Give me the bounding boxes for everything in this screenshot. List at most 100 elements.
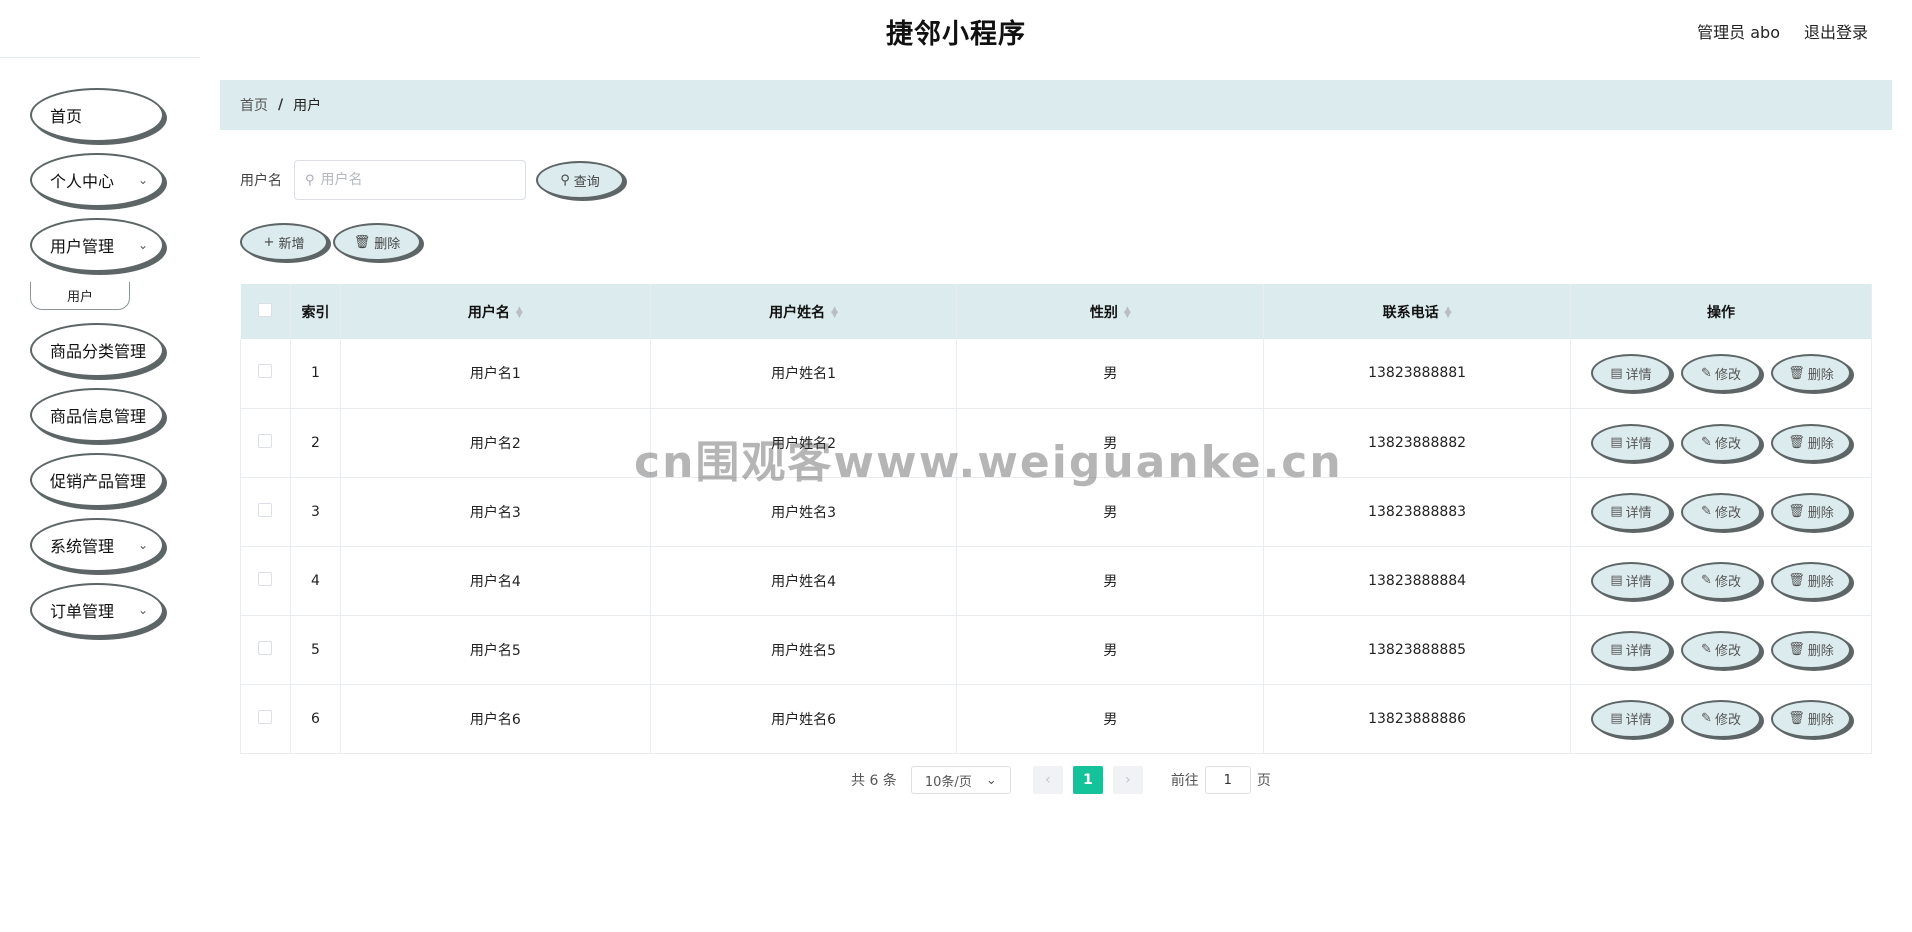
sidebar-divider (0, 57, 200, 58)
detail-button[interactable]: ▤ 详情 (1591, 630, 1671, 669)
cell-username: 用户名3 (340, 477, 651, 547)
cell-realname: 用户姓名1 (650, 339, 958, 409)
next-page-button[interactable]: › (1112, 766, 1143, 794)
pencil-icon: ✎ (1701, 573, 1712, 588)
trash-icon: 🗑 (1788, 573, 1805, 588)
cell-gender: 男 (956, 615, 1265, 685)
sort-icon[interactable]: ▲ ▼ (1445, 305, 1452, 319)
row-checkbox[interactable] (258, 640, 273, 655)
edit-button[interactable]: ✎ 修改 (1681, 354, 1761, 393)
logout-button[interactable]: 退出登录 (1804, 19, 1868, 43)
delete-button[interactable]: 🗑 删除 (1771, 699, 1851, 738)
sidebar-item-user-management[interactable]: 用户管理 ⌄ (30, 218, 164, 272)
row-checkbox[interactable] (258, 502, 273, 517)
detail-button[interactable]: ▤ 详情 (1591, 492, 1671, 531)
edit-button[interactable]: ✎ 修改 (1681, 561, 1761, 600)
select-all-checkbox[interactable] (258, 302, 273, 317)
sidebar-item-product-management[interactable]: 商品信息管理 (30, 388, 164, 442)
cell-realname: 用户姓名6 (650, 684, 958, 754)
batch-delete-button[interactable]: 🗑 删除 (333, 223, 421, 261)
search-icon: ⚲ (560, 172, 570, 188)
batch-delete-button-label: 删除 (374, 236, 401, 252)
cell-index: 1 (290, 339, 341, 409)
cell-index: 4 (290, 546, 341, 616)
delete-button[interactable]: 🗑 删除 (1771, 354, 1851, 393)
goto-page-input[interactable] (1204, 766, 1251, 794)
sidebar-item-label: 首页 (50, 107, 83, 126)
sidebar-subitem-user[interactable]: 用户 (30, 282, 130, 310)
goto-label: 前往 (1170, 773, 1199, 789)
breadcrumb-separator: / (278, 97, 284, 113)
column-header-realname[interactable]: 用户姓名 ▲ ▼ (650, 284, 958, 339)
sidebar-item-label: 商品信息管理 (50, 407, 147, 426)
cell-username: 用户名2 (340, 408, 651, 478)
row-checkbox[interactable] (258, 709, 273, 724)
cell-realname: 用户姓名5 (650, 615, 958, 685)
watermark: cn围观客www.weiguanke.cn (634, 437, 1343, 488)
plus-icon: + (263, 234, 275, 250)
sidebar-item-order-management[interactable]: 订单管理 ⌄ (30, 583, 164, 637)
sort-icon[interactable]: ▲ ▼ (516, 305, 523, 319)
top-bar: 捷邻小程序 管理员 abo 退出登录 (0, 0, 1912, 62)
search-field: ⚲ (294, 160, 526, 200)
edit-button[interactable]: ✎ 修改 (1681, 423, 1761, 462)
detail-button[interactable]: ▤ 详情 (1591, 354, 1671, 393)
sidebar-item-label: 商品分类管理 (50, 342, 147, 361)
search-label: 用户名 (240, 173, 282, 189)
user-area: 管理员 abo 退出登录 (1697, 19, 1868, 43)
prev-page-button[interactable]: ‹ (1032, 766, 1063, 794)
query-button[interactable]: ⚲ 查询 (536, 161, 624, 199)
column-header-gender[interactable]: 性别 ▲ ▼ (956, 284, 1265, 339)
sidebar-item-label: 订单管理 (50, 602, 115, 621)
document-icon: ▤ (1610, 435, 1623, 450)
delete-button[interactable]: 🗑 删除 (1771, 492, 1851, 531)
delete-button[interactable]: 🗑 删除 (1771, 423, 1851, 462)
column-header-operations: 操作 (1570, 284, 1872, 339)
cell-index: 3 (290, 477, 341, 547)
pagination: 共 6 条 10条/页 ⌄ ‹ 1 › 前往 页 (851, 766, 1271, 794)
sort-icon[interactable]: ▲ ▼ (1124, 305, 1131, 319)
trash-icon: 🗑 (353, 234, 371, 250)
cell-username: 用户名1 (340, 339, 651, 409)
breadcrumb-home[interactable]: 首页 (240, 95, 268, 115)
sort-icon[interactable]: ▲ ▼ (831, 305, 838, 319)
row-checkbox[interactable] (258, 433, 273, 448)
page-size-select[interactable]: 10条/页 ⌄ (910, 766, 1011, 794)
sidebar-item-promotion-management[interactable]: 促销产品管理 (30, 453, 164, 507)
chevron-left-icon: ‹ (1045, 772, 1051, 788)
breadcrumb-current: 用户 (293, 98, 322, 114)
cell-index: 6 (290, 684, 341, 754)
cell-phone: 13823888886 (1263, 684, 1571, 754)
add-button[interactable]: + 新增 (240, 223, 328, 261)
pencil-icon: ✎ (1701, 711, 1712, 726)
delete-button[interactable]: 🗑 删除 (1771, 561, 1851, 600)
pagination-total: 共 6 条 (851, 773, 897, 789)
column-header-username[interactable]: 用户名 ▲ ▼ (340, 284, 651, 339)
cell-phone: 13823888885 (1263, 615, 1571, 685)
sidebar-item-home[interactable]: 首页 (30, 88, 164, 142)
search-input[interactable] (320, 172, 511, 188)
trash-icon: 🗑 (1788, 642, 1805, 657)
cell-index: 2 (290, 408, 341, 478)
page-number-current[interactable]: 1 (1072, 766, 1103, 794)
column-header-phone[interactable]: 联系电话 ▲ ▼ (1263, 284, 1571, 339)
detail-button[interactable]: ▤ 详情 (1591, 561, 1671, 600)
row-checkbox[interactable] (258, 571, 273, 586)
chevron-right-icon: › (1125, 772, 1131, 788)
sidebar-item-personal-center[interactable]: 个人中心 ⌄ (30, 153, 164, 207)
delete-button[interactable]: 🗑 删除 (1771, 630, 1851, 669)
cell-username: 用户名5 (340, 615, 651, 685)
row-checkbox[interactable] (258, 364, 273, 379)
cell-index: 5 (290, 615, 341, 685)
document-icon: ▤ (1610, 504, 1623, 519)
pencil-icon: ✎ (1701, 435, 1712, 450)
detail-button[interactable]: ▤ 详情 (1591, 699, 1671, 738)
edit-button[interactable]: ✎ 修改 (1681, 492, 1761, 531)
trash-icon: 🗑 (1788, 711, 1805, 726)
sidebar-item-system-management[interactable]: 系统管理 ⌄ (30, 518, 164, 572)
detail-button[interactable]: ▤ 详情 (1591, 423, 1671, 462)
document-icon: ▤ (1610, 573, 1623, 588)
edit-button[interactable]: ✎ 修改 (1681, 630, 1761, 669)
edit-button[interactable]: ✎ 修改 (1681, 699, 1761, 738)
sidebar-item-category-management[interactable]: 商品分类管理 (30, 323, 164, 377)
